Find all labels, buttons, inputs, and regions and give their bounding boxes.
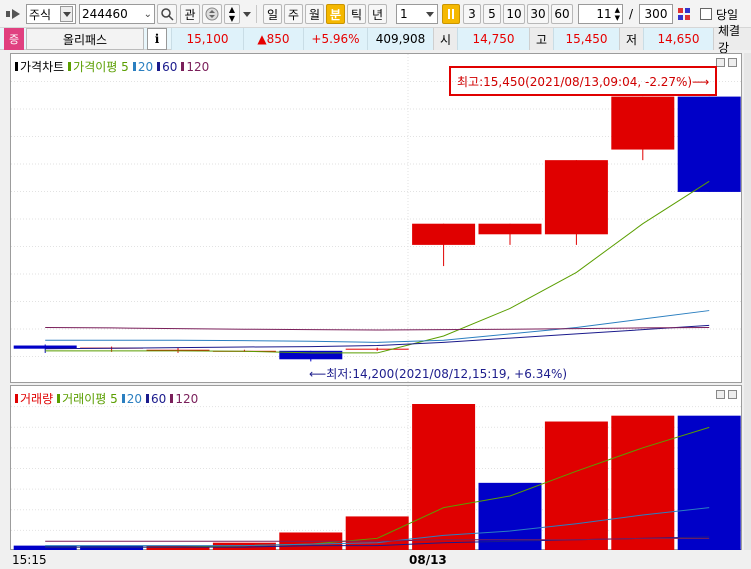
trade-strength-label: 체결강: [713, 24, 751, 55]
volume-legend: 거래량 거래이평 5 20 60 120: [15, 390, 198, 407]
search-icon: [161, 8, 174, 21]
minimize-icon[interactable]: [716, 58, 725, 67]
candle-body: [544, 160, 608, 235]
total-input[interactable]: 300: [639, 4, 673, 24]
period-day-button[interactable]: 일: [263, 4, 282, 24]
spinner-icon[interactable]: ▲ ▼: [615, 6, 620, 22]
volume-bar: [677, 415, 741, 550]
period-minute-button[interactable]: 분: [326, 4, 345, 24]
vertical-scrollbar[interactable]: [744, 53, 751, 550]
search-button[interactable]: [157, 4, 177, 24]
count-separator: /: [628, 7, 634, 21]
open-price: 14,750: [457, 28, 529, 50]
min-price-annotation: ⟵최저:14,200(2021/08/12,15:19, +6.34%): [309, 367, 568, 381]
max-price-annotation: 최고:15,450(2021/08/13,09:04, -2.27%)⟶: [449, 66, 717, 96]
volume-bar: [412, 404, 476, 550]
candle-body: [412, 223, 476, 245]
prev-next-spinner[interactable]: ▲ ▼: [224, 4, 240, 24]
volume-chart-panel[interactable]: 거래량 거래이평 5 20 60 120: [10, 385, 743, 551]
period-tick-button[interactable]: 틱: [347, 4, 366, 24]
volume-legend-title: 거래량: [20, 392, 54, 406]
ma-line-20: [45, 310, 710, 343]
price-legend-title: 가격차트: [20, 60, 65, 74]
stock-name[interactable]: 올리패스: [26, 28, 144, 50]
chevron-down-icon[interactable]: [60, 6, 73, 22]
candle-body: [611, 96, 675, 150]
count-stepper[interactable]: 11 ▲ ▼: [578, 4, 623, 24]
x-axis: 15:15 08/13: [0, 550, 751, 569]
ma-line-5: [45, 180, 710, 354]
price-change-pct: +5.96%: [303, 28, 367, 50]
interval-select-value: 1: [400, 7, 408, 21]
volume-legend-ma60: 60: [151, 391, 167, 406]
chevron-down-icon[interactable]: ▼: [229, 14, 235, 23]
period-month-button[interactable]: 월: [305, 4, 324, 24]
market-badge: 증: [4, 28, 24, 50]
interval-60-button[interactable]: 60: [551, 4, 573, 24]
price-change: ▲850: [243, 28, 303, 50]
settings-grid-icon[interactable]: [676, 4, 692, 24]
watch-button[interactable]: 관: [180, 4, 200, 24]
volume-panel-controls: [716, 390, 737, 399]
today-label: 당일: [716, 7, 739, 22]
low-label: 저: [619, 28, 643, 50]
link-icon[interactable]: [4, 4, 24, 24]
period-year-button[interactable]: 년: [368, 4, 387, 24]
trade-volume: 409,908: [367, 28, 433, 50]
volume-bar: [611, 415, 675, 550]
interval-30-button[interactable]: 30: [527, 4, 549, 24]
x-axis-date-label: 08/13: [409, 553, 447, 567]
candle-body: [677, 96, 741, 192]
stepper-icon[interactable]: [202, 4, 222, 24]
high-price: 15,450: [553, 28, 619, 50]
price-chart-panel[interactable]: 가격차트 가격이평 5 20 60 120: [10, 53, 743, 384]
market-select-value: 주식: [29, 7, 52, 22]
interval-10-button[interactable]: 10: [503, 4, 525, 24]
volume-bar: [544, 421, 608, 550]
dropdown-arrow-icon[interactable]: [242, 4, 252, 24]
chevron-down-icon[interactable]: ⌄: [144, 9, 152, 20]
open-label: 시: [433, 28, 457, 50]
volume-legend-ma20: 20: [126, 391, 143, 406]
quote-bar: 증 올리패스 i 15,100 ▲850 +5.96% 409,908 시 14…: [0, 24, 751, 55]
current-price: 15,100: [171, 28, 243, 50]
volume-chart[interactable]: [11, 386, 743, 551]
maximize-icon[interactable]: [728, 58, 737, 67]
info-button[interactable]: i: [147, 28, 167, 50]
interval-3-button[interactable]: 3: [463, 4, 481, 24]
high-label: 고: [529, 28, 553, 50]
minimize-icon[interactable]: [716, 390, 725, 399]
count-stepper-value: 11: [596, 7, 612, 21]
price-chart[interactable]: [11, 54, 743, 384]
price-legend-ma20: 20: [137, 59, 154, 74]
chevron-down-icon[interactable]: [426, 11, 434, 17]
interval-select[interactable]: 1: [396, 4, 438, 24]
price-legend-ma120: 120: [186, 59, 210, 74]
price-legend: 가격차트 가격이평 5 20 60 120: [15, 58, 209, 75]
x-axis-start-label: 15:15: [12, 553, 47, 567]
candle-body: [345, 348, 409, 350]
candle-body: [478, 223, 542, 235]
code-input[interactable]: 244460 ⌄: [79, 4, 155, 24]
price-legend-ma60: 60: [162, 59, 178, 74]
period-week-button[interactable]: 주: [284, 4, 303, 24]
maximize-icon[interactable]: [728, 390, 737, 399]
interval-5-button[interactable]: 5: [483, 4, 501, 24]
today-checkbox[interactable]: [699, 4, 712, 24]
pause-icon[interactable]: [442, 4, 460, 24]
toolbar: 주식 244460 ⌄ 관 ▲ ▼ 일 주 월 분 틱 년 1 3 5 10 3…: [0, 0, 751, 28]
low-price: 14,650: [643, 28, 713, 50]
chevron-up-icon[interactable]: ▲: [229, 5, 235, 14]
volume-legend-ma-label: 거래이평: [62, 392, 107, 406]
price-legend-ma5: 5: [121, 60, 129, 74]
volume-legend-ma120: 120: [175, 391, 199, 406]
price-legend-ma-label: 가격이평: [73, 60, 118, 74]
code-input-value: 244460: [82, 7, 128, 21]
volume-legend-ma5: 5: [110, 392, 118, 406]
market-select[interactable]: 주식: [26, 4, 76, 24]
price-panel-controls: [716, 58, 737, 67]
